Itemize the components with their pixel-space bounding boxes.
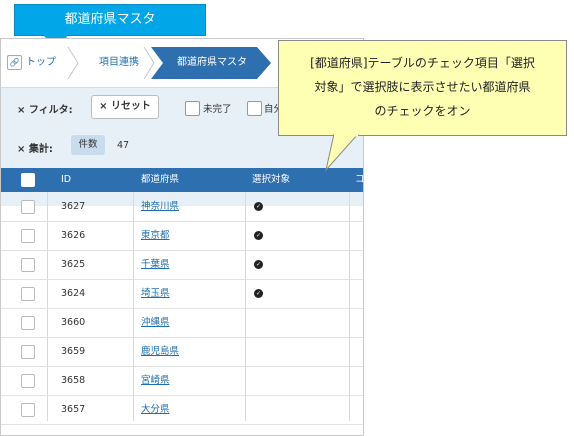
home-link-icon: 🔗 — [7, 54, 22, 70]
check-mark-icon: ✓ — [254, 231, 263, 240]
close-x-icon: × — [17, 144, 26, 155]
filter-label: × フィルタ: — [17, 101, 73, 116]
annotation-callout: [都道府県]テーブルのチェック項目「選択 対象」で選択肢に表示させたい都道府県 … — [278, 40, 567, 136]
row-id: 3627 — [61, 201, 86, 212]
row-prefecture-link[interactable]: 東京都 — [141, 221, 170, 250]
breadcrumb-home[interactable]: 🔗 トップ — [7, 47, 71, 79]
breadcrumb-separator-icon — [67, 47, 79, 79]
row-prefecture-link[interactable]: 千葉県 — [141, 250, 170, 279]
filter-label-text: フィルタ: — [28, 105, 73, 116]
column-header-prefecture[interactable]: 都道府県 — [141, 168, 179, 192]
check-mark-icon: ✓ — [254, 260, 263, 269]
filter-incomplete-checkbox[interactable] — [185, 101, 200, 116]
count-badge[interactable]: 件数 — [71, 135, 105, 155]
row-checkbox[interactable] — [21, 316, 35, 330]
row-checkbox[interactable] — [21, 403, 35, 417]
breadcrumb-separator-icon — [143, 47, 155, 79]
close-x-icon: × — [17, 105, 26, 116]
aggregate-label: × 集計: — [17, 140, 53, 155]
breadcrumb-item-link[interactable]: 項目連携 — [81, 47, 151, 79]
table-row[interactable]: 3624 埼玉県 ✓ — [1, 279, 363, 309]
select-all-checkbox[interactable] — [21, 173, 35, 187]
row-prefecture-link[interactable]: 神奈川県 — [141, 192, 179, 221]
table-row[interactable]: 3626 東京都 ✓ — [1, 221, 363, 251]
count-value: 47 — [117, 140, 130, 151]
row-prefecture-link[interactable]: 沖縄県 — [141, 308, 170, 337]
row-id: 3624 — [61, 288, 86, 299]
row-id: 3658 — [61, 375, 86, 386]
breadcrumb-home-label: トップ — [26, 57, 56, 68]
table-header: ID 都道府県 選択対象 コ — [1, 168, 363, 192]
aggregate-label-text: 集計: — [28, 144, 53, 155]
callout-line: のチェックをオン — [374, 104, 471, 118]
table-row[interactable]: 3625 千葉県 ✓ — [1, 250, 363, 280]
row-id: 3626 — [61, 230, 86, 241]
table-row[interactable]: 3660 沖縄県 — [1, 308, 363, 338]
table-row[interactable]: 3658 宮崎県 — [1, 366, 363, 396]
row-id: 3657 — [61, 404, 86, 415]
callout-pointer — [325, 134, 359, 172]
row-prefecture-link[interactable]: 大分県 — [141, 395, 170, 424]
filter-self-checkbox[interactable] — [247, 101, 262, 116]
row-checkbox[interactable] — [21, 345, 35, 359]
table-row[interactable]: 3657 大分県 — [1, 395, 363, 425]
close-x-icon: × — [99, 101, 108, 112]
row-checkbox[interactable] — [21, 258, 35, 272]
callout-line: 対象」で選択肢に表示させたい都道府県 — [314, 80, 531, 94]
row-prefecture-link[interactable]: 埼玉県 — [141, 279, 170, 308]
row-checkbox[interactable] — [21, 287, 35, 301]
row-checkbox[interactable] — [21, 374, 35, 388]
row-checkbox[interactable] — [21, 200, 35, 214]
callout-line: [都道府県]テーブルのチェック項目「選択 — [310, 56, 535, 70]
reset-button-label: リセット — [110, 101, 151, 112]
row-prefecture-link[interactable]: 鹿児島県 — [141, 337, 179, 366]
page-title-label: 都道府県マスタ — [14, 4, 206, 36]
breadcrumb-current: 都道府県マスタ — [151, 47, 271, 79]
table-row[interactable]: 3659 鹿児島県 — [1, 337, 363, 367]
table-row[interactable]: 3627 神奈川県 ✓ — [1, 192, 363, 222]
row-id: 3660 — [61, 317, 86, 328]
column-header-id[interactable]: ID — [61, 168, 71, 192]
check-mark-icon: ✓ — [254, 202, 263, 211]
row-id: 3659 — [61, 346, 86, 357]
row-checkbox[interactable] — [21, 229, 35, 243]
row-prefecture-link[interactable]: 宮崎県 — [141, 366, 170, 395]
breadcrumb-item-label: 項目連携 — [99, 57, 139, 68]
row-id: 3625 — [61, 259, 86, 270]
check-mark-icon: ✓ — [254, 289, 263, 298]
reset-button[interactable]: × リセット — [91, 95, 159, 119]
column-header-selection-target[interactable]: 選択対象 — [252, 168, 290, 192]
filter-incomplete-label: 未完了 — [203, 104, 232, 115]
